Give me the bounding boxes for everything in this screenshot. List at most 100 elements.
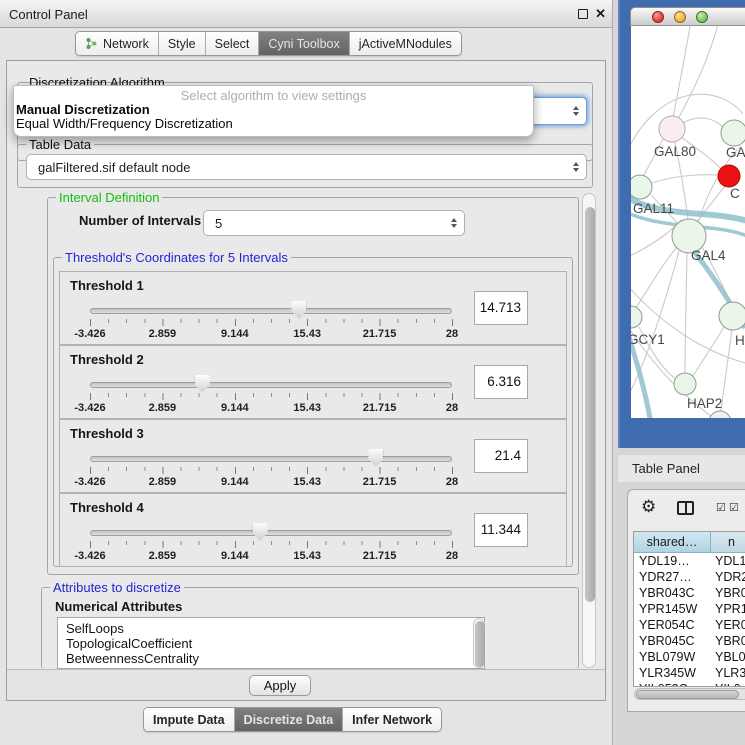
control-panel-titlebar: Control Panel ✕ <box>0 0 612 28</box>
network-node[interactable] <box>659 116 685 142</box>
gear-icon[interactable]: ⚙ <box>641 498 656 515</box>
numerical-attributes-label: Numerical Attributes <box>55 599 182 614</box>
table-row[interactable]: YPR145WYPR1 <box>634 601 745 617</box>
slider-track[interactable] <box>90 382 452 388</box>
checkbox-icon[interactable]: ☑ <box>729 503 739 514</box>
network-node[interactable] <box>631 306 642 328</box>
attribute-list-item[interactable]: SelfLoops <box>58 621 484 636</box>
network-edge <box>673 26 691 117</box>
close-icon[interactable]: ✕ <box>595 6 606 22</box>
table-data-title: Table Data <box>26 138 94 152</box>
table-row[interactable]: YLR345WYLR3 <box>634 665 745 681</box>
threshold-cell: Threshold 4-3.4262.8599.14415.4321.71528… <box>59 493 567 567</box>
slider-scale-label: 15.43 <box>293 328 321 340</box>
table-cell: YBL079W <box>634 649 711 665</box>
dropdown-item[interactable]: Equal Width/Frequency Discretization <box>14 117 533 131</box>
slider-scale-label: 21.715 <box>363 328 397 340</box>
slider-scale-label: 28 <box>446 476 458 488</box>
network-view-window: GAL80GACGAL11GAL4GCY1HHAP2 <box>618 0 745 448</box>
tab-jactivemnodules[interactable]: jActiveMNodules <box>349 32 461 55</box>
table-cell: YLR345W <box>634 665 711 681</box>
tab-style[interactable]: Style <box>158 32 205 55</box>
slider-scale-label: -3.426 <box>74 550 105 562</box>
table-panel-title: Table Panel <box>632 461 700 476</box>
node-table[interactable]: shared…n YDL19…YDL1YDR27…YDR2YBR043CYBR0… <box>633 531 745 687</box>
network-node-label: H <box>735 333 745 348</box>
attribute-list-item[interactable]: TopologicalCoefficient <box>58 636 484 651</box>
close-traffic-light-icon[interactable] <box>652 11 664 23</box>
float-window-icon[interactable] <box>578 9 588 19</box>
slider-scale-label: 28 <box>446 328 458 340</box>
tab-discretize-data[interactable]: Discretize Data <box>234 708 343 731</box>
slider-scale-label: -3.426 <box>74 476 105 488</box>
table-row[interactable]: YDR27…YDR2 <box>634 569 745 585</box>
network-window-titlebar[interactable] <box>630 7 745 26</box>
table-cell: YPR1 <box>711 601 745 617</box>
network-edge <box>678 26 719 119</box>
slider-handle[interactable] <box>195 375 210 393</box>
table-row[interactable]: YIL052CYIL0 <box>634 681 745 687</box>
table-data-combo[interactable]: galFiltered.sif default node <box>26 154 587 180</box>
threshold-value-field[interactable]: 11.344 <box>474 513 528 547</box>
slider-track[interactable] <box>90 308 452 314</box>
number-of-intervals-value: 5 <box>215 216 222 231</box>
table-column-header[interactable]: n <box>711 532 745 553</box>
dropdown-item[interactable]: Manual Discretization <box>14 103 533 117</box>
attributes-list-scrollbar[interactable] <box>473 618 485 668</box>
network-canvas[interactable]: GAL80GACGAL11GAL4GCY1HHAP2 <box>631 26 745 418</box>
slider-handle[interactable] <box>368 449 383 467</box>
network-icon <box>85 37 98 50</box>
tab-impute-data[interactable]: Impute Data <box>144 708 234 731</box>
slider-handle[interactable] <box>253 523 268 541</box>
table-row[interactable]: YDL19…YDL1 <box>634 553 745 569</box>
columns-icon[interactable] <box>677 501 694 515</box>
table-row[interactable]: YBL079WYBL0 <box>634 649 745 665</box>
table-row[interactable]: YBR045CYBR0 <box>634 633 745 649</box>
network-node[interactable] <box>721 120 745 146</box>
threshold-value-field[interactable]: 6.316 <box>474 365 528 399</box>
apply-button[interactable]: Apply <box>249 675 311 696</box>
numerical-attributes-list[interactable]: SelfLoopsTopologicalCoefficientBetweenne… <box>57 617 485 669</box>
table-cell: YBR0 <box>711 585 745 601</box>
slider-ticks <box>90 541 453 548</box>
tab-label: Discretize Data <box>244 713 334 727</box>
network-node[interactable] <box>674 373 696 395</box>
network-node[interactable] <box>718 165 740 187</box>
settings-scrollbar[interactable] <box>582 193 596 668</box>
slider-track[interactable] <box>90 456 452 462</box>
combo-spinner-icon <box>573 162 579 172</box>
number-of-intervals-label: Number of Intervals <box>79 213 201 228</box>
attribute-list-item[interactable]: BetweennessCentrality <box>58 651 484 666</box>
slider-scale-label: 15.43 <box>293 402 321 414</box>
threshold-cell: Threshold 2-3.4262.8599.14415.4321.71528… <box>59 345 567 419</box>
combo-spinner-icon <box>451 218 457 228</box>
slider-scale-label: 2.859 <box>149 402 177 414</box>
slider-scale-label: 21.715 <box>363 476 397 488</box>
table-row[interactable]: YBR043CYBR0 <box>634 585 745 601</box>
dropdown-items: Manual DiscretizationEqual Width/Frequen… <box>14 103 533 131</box>
table-horizontal-scrollbar[interactable] <box>634 688 745 700</box>
number-of-intervals-combo[interactable]: 5 <box>203 210 465 236</box>
table-column-header[interactable]: shared… <box>634 532 711 553</box>
threshold-value-field[interactable]: 14.713 <box>474 291 528 325</box>
network-node[interactable] <box>631 175 652 199</box>
slider-ticks <box>90 467 453 474</box>
tab-cyni-toolbox[interactable]: Cyni Toolbox <box>258 32 348 55</box>
minimize-traffic-light-icon[interactable] <box>674 11 686 23</box>
checkbox-icon[interactable]: ☑ <box>716 503 726 514</box>
slider-scale-label: 21.715 <box>363 402 397 414</box>
tab-infer-network[interactable]: Infer Network <box>342 708 441 731</box>
slider-handle[interactable] <box>291 301 306 319</box>
tab-select[interactable]: Select <box>205 32 259 55</box>
table-row[interactable]: YER054CYER0 <box>634 617 745 633</box>
slider-scale-label: 9.144 <box>221 550 249 562</box>
network-node[interactable] <box>709 411 731 418</box>
network-node[interactable] <box>719 302 745 330</box>
tab-network[interactable]: Network <box>76 32 158 55</box>
zoom-traffic-light-icon[interactable] <box>696 11 708 23</box>
threshold-value-field[interactable]: 21.4 <box>474 439 528 473</box>
algorithm-dropdown-popup: Select algorithm to view settings Manual… <box>13 85 534 137</box>
tab-label: Cyni Toolbox <box>268 37 339 51</box>
slider-track[interactable] <box>90 530 452 536</box>
control-panel: Control Panel ✕ NetworkStyleSelect Cyni T… <box>0 0 613 745</box>
